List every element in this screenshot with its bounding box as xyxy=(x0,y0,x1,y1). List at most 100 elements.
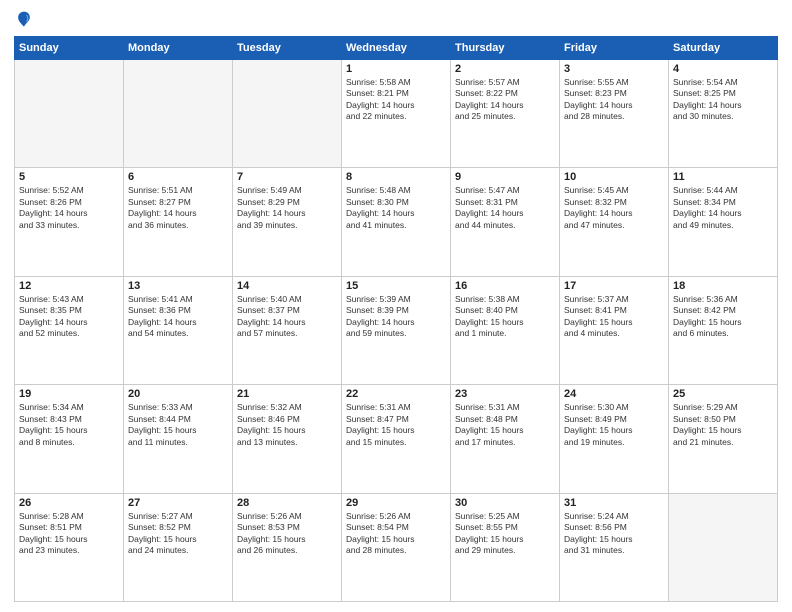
day-info: Sunrise: 5:57 AM Sunset: 8:22 PM Dayligh… xyxy=(455,77,555,123)
day-number: 15 xyxy=(346,280,446,292)
day-info: Sunrise: 5:47 AM Sunset: 8:31 PM Dayligh… xyxy=(455,185,555,231)
day-number: 2 xyxy=(455,63,555,75)
calendar-cell xyxy=(669,493,778,601)
calendar-row-1: 5 Sunrise: 5:52 AM Sunset: 8:26 PM Daylig… xyxy=(15,168,778,276)
day-info: Sunrise: 5:25 AM Sunset: 8:55 PM Dayligh… xyxy=(455,511,555,557)
day-number: 28 xyxy=(237,497,337,509)
calendar-cell: 7 Sunrise: 5:49 AM Sunset: 8:29 PM Daylig… xyxy=(233,168,342,276)
day-number: 5 xyxy=(19,171,119,183)
calendar-cell: 15 Sunrise: 5:39 AM Sunset: 8:39 PM Dayli… xyxy=(342,276,451,384)
day-number: 3 xyxy=(564,63,664,75)
calendar-cell: 4Sunrise: 5:54 AM Sunset: 8:25 PM Daylig… xyxy=(669,60,778,168)
day-info: Sunrise: 5:44 AM Sunset: 8:34 PM Dayligh… xyxy=(673,185,773,231)
calendar-cell: 5 Sunrise: 5:52 AM Sunset: 8:26 PM Daylig… xyxy=(15,168,124,276)
day-number: 16 xyxy=(455,280,555,292)
calendar-cell: 16 Sunrise: 5:38 AM Sunset: 8:40 PM Dayli… xyxy=(451,276,560,384)
day-info: Sunrise: 5:36 AM Sunset: 8:42 PM Dayligh… xyxy=(673,294,773,340)
calendar-cell: 3 Sunrise: 5:55 AM Sunset: 8:23 PM Daylig… xyxy=(560,60,669,168)
logo xyxy=(14,10,38,30)
calendar-cell: 9 Sunrise: 5:47 AM Sunset: 8:31 PM Daylig… xyxy=(451,168,560,276)
page: SundayMondayTuesdayWednesdayThursdayFrid… xyxy=(0,0,792,612)
day-number: 22 xyxy=(346,388,446,400)
day-number: 13 xyxy=(128,280,228,292)
calendar-header-saturday: Saturday xyxy=(669,37,778,60)
calendar-row-4: 26 Sunrise: 5:28 AM Sunset: 8:51 PM Dayli… xyxy=(15,493,778,601)
calendar-cell: 21 Sunrise: 5:32 AM Sunset: 8:46 PM Dayli… xyxy=(233,385,342,493)
day-info: Sunrise: 5:58 AM Sunset: 8:21 PM Dayligh… xyxy=(346,77,446,123)
day-info: Sunrise: 5:33 AM Sunset: 8:44 PM Dayligh… xyxy=(128,402,228,448)
calendar-header-thursday: Thursday xyxy=(451,37,560,60)
calendar-cell xyxy=(124,60,233,168)
calendar-cell xyxy=(15,60,124,168)
day-info: Sunrise: 5:32 AM Sunset: 8:46 PM Dayligh… xyxy=(237,402,337,448)
calendar-cell: 14 Sunrise: 5:40 AM Sunset: 8:37 PM Dayli… xyxy=(233,276,342,384)
day-number: 1 xyxy=(346,63,446,75)
logo-icon xyxy=(14,10,34,30)
calendar-header-sunday: Sunday xyxy=(15,37,124,60)
day-number: 30 xyxy=(455,497,555,509)
calendar-cell: 19 Sunrise: 5:34 AM Sunset: 8:43 PM Dayli… xyxy=(15,385,124,493)
day-number: 23 xyxy=(455,388,555,400)
calendar-cell: 6 Sunrise: 5:51 AM Sunset: 8:27 PM Daylig… xyxy=(124,168,233,276)
calendar-cell: 18Sunrise: 5:36 AM Sunset: 8:42 PM Dayli… xyxy=(669,276,778,384)
day-number: 20 xyxy=(128,388,228,400)
day-number: 26 xyxy=(19,497,119,509)
day-number: 17 xyxy=(564,280,664,292)
calendar-cell: 27 Sunrise: 5:27 AM Sunset: 8:52 PM Dayli… xyxy=(124,493,233,601)
calendar-cell: 30 Sunrise: 5:25 AM Sunset: 8:55 PM Dayli… xyxy=(451,493,560,601)
day-info: Sunrise: 5:39 AM Sunset: 8:39 PM Dayligh… xyxy=(346,294,446,340)
calendar-header-friday: Friday xyxy=(560,37,669,60)
calendar-cell: 17 Sunrise: 5:37 AM Sunset: 8:41 PM Dayli… xyxy=(560,276,669,384)
day-info: Sunrise: 5:28 AM Sunset: 8:51 PM Dayligh… xyxy=(19,511,119,557)
day-info: Sunrise: 5:49 AM Sunset: 8:29 PM Dayligh… xyxy=(237,185,337,231)
day-info: Sunrise: 5:34 AM Sunset: 8:43 PM Dayligh… xyxy=(19,402,119,448)
calendar-header-wednesday: Wednesday xyxy=(342,37,451,60)
calendar-row-3: 19 Sunrise: 5:34 AM Sunset: 8:43 PM Dayli… xyxy=(15,385,778,493)
day-number: 9 xyxy=(455,171,555,183)
day-info: Sunrise: 5:37 AM Sunset: 8:41 PM Dayligh… xyxy=(564,294,664,340)
calendar-cell: 10Sunrise: 5:45 AM Sunset: 8:32 PM Dayli… xyxy=(560,168,669,276)
calendar-cell: 31 Sunrise: 5:24 AM Sunset: 8:56 PM Dayli… xyxy=(560,493,669,601)
calendar-cell: 26 Sunrise: 5:28 AM Sunset: 8:51 PM Dayli… xyxy=(15,493,124,601)
day-number: 6 xyxy=(128,171,228,183)
day-number: 27 xyxy=(128,497,228,509)
day-number: 14 xyxy=(237,280,337,292)
day-number: 7 xyxy=(237,171,337,183)
day-info: Sunrise: 5:40 AM Sunset: 8:37 PM Dayligh… xyxy=(237,294,337,340)
day-number: 24 xyxy=(564,388,664,400)
day-info: Sunrise: 5:24 AM Sunset: 8:56 PM Dayligh… xyxy=(564,511,664,557)
calendar-table: SundayMondayTuesdayWednesdayThursdayFrid… xyxy=(14,36,778,602)
day-info: Sunrise: 5:54 AM Sunset: 8:25 PM Dayligh… xyxy=(673,77,773,123)
calendar-cell: 11 Sunrise: 5:44 AM Sunset: 8:34 PM Dayli… xyxy=(669,168,778,276)
day-info: Sunrise: 5:41 AM Sunset: 8:36 PM Dayligh… xyxy=(128,294,228,340)
calendar-cell: 2 Sunrise: 5:57 AM Sunset: 8:22 PM Daylig… xyxy=(451,60,560,168)
calendar-cell: 28 Sunrise: 5:26 AM Sunset: 8:53 PM Dayli… xyxy=(233,493,342,601)
calendar-cell: 24Sunrise: 5:30 AM Sunset: 8:49 PM Dayli… xyxy=(560,385,669,493)
calendar-cell: 23Sunrise: 5:31 AM Sunset: 8:48 PM Dayli… xyxy=(451,385,560,493)
day-number: 19 xyxy=(19,388,119,400)
day-number: 21 xyxy=(237,388,337,400)
day-number: 10 xyxy=(564,171,664,183)
day-info: Sunrise: 5:51 AM Sunset: 8:27 PM Dayligh… xyxy=(128,185,228,231)
day-info: Sunrise: 5:29 AM Sunset: 8:50 PM Dayligh… xyxy=(673,402,773,448)
calendar-cell: 20 Sunrise: 5:33 AM Sunset: 8:44 PM Dayli… xyxy=(124,385,233,493)
day-number: 11 xyxy=(673,171,773,183)
day-info: Sunrise: 5:48 AM Sunset: 8:30 PM Dayligh… xyxy=(346,185,446,231)
day-number: 29 xyxy=(346,497,446,509)
calendar-header-row: SundayMondayTuesdayWednesdayThursdayFrid… xyxy=(15,37,778,60)
day-info: Sunrise: 5:27 AM Sunset: 8:52 PM Dayligh… xyxy=(128,511,228,557)
calendar-cell: 12Sunrise: 5:43 AM Sunset: 8:35 PM Dayli… xyxy=(15,276,124,384)
day-info: Sunrise: 5:55 AM Sunset: 8:23 PM Dayligh… xyxy=(564,77,664,123)
calendar-row-2: 12Sunrise: 5:43 AM Sunset: 8:35 PM Dayli… xyxy=(15,276,778,384)
day-number: 31 xyxy=(564,497,664,509)
day-info: Sunrise: 5:38 AM Sunset: 8:40 PM Dayligh… xyxy=(455,294,555,340)
header xyxy=(14,10,778,30)
day-number: 8 xyxy=(346,171,446,183)
calendar-cell: 13 Sunrise: 5:41 AM Sunset: 8:36 PM Dayli… xyxy=(124,276,233,384)
day-info: Sunrise: 5:31 AM Sunset: 8:47 PM Dayligh… xyxy=(346,402,446,448)
day-info: Sunrise: 5:26 AM Sunset: 8:53 PM Dayligh… xyxy=(237,511,337,557)
day-number: 25 xyxy=(673,388,773,400)
day-info: Sunrise: 5:52 AM Sunset: 8:26 PM Dayligh… xyxy=(19,185,119,231)
calendar-cell: 8 Sunrise: 5:48 AM Sunset: 8:30 PM Daylig… xyxy=(342,168,451,276)
day-number: 12 xyxy=(19,280,119,292)
